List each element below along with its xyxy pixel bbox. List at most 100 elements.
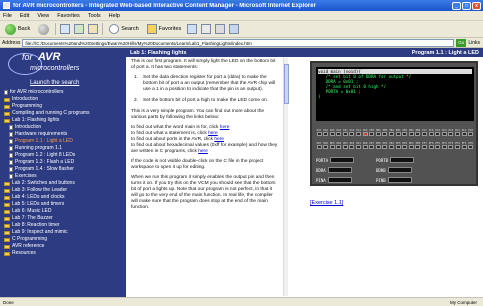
exercise-link[interactable]: [Exercise 1.1] bbox=[310, 200, 343, 206]
outro-paragraph: When we run this program it simply enabl… bbox=[131, 175, 276, 210]
sidebar-item-label: Lab 7: The Buzzer bbox=[12, 215, 53, 221]
sidebar-item[interactable]: Program 1.4 : Slow flasher bbox=[4, 166, 124, 173]
menu-file[interactable]: File bbox=[3, 13, 12, 19]
menu-help[interactable]: Help bbox=[109, 13, 120, 19]
menu-view[interactable]: View bbox=[37, 13, 49, 19]
sidebar-item[interactable]: Lab 3: Follow the Leader bbox=[4, 187, 124, 194]
led-pin: PC7 bbox=[422, 129, 428, 136]
led-icon bbox=[415, 145, 421, 149]
led-pin: PF4 bbox=[441, 142, 447, 149]
close-button[interactable]: x bbox=[472, 1, 481, 10]
here-link[interactable]: here bbox=[208, 131, 218, 136]
home-icon[interactable] bbox=[88, 24, 99, 34]
mail-icon[interactable] bbox=[201, 24, 212, 34]
go-button[interactable]: Go bbox=[456, 38, 467, 47]
address-label: Address bbox=[2, 39, 21, 46]
led-pin: PC5 bbox=[435, 129, 441, 136]
edit-icon[interactable] bbox=[229, 24, 240, 34]
sidebar-item[interactable]: Resources bbox=[4, 250, 124, 257]
menu-edit[interactable]: Edit bbox=[20, 13, 29, 19]
minimize-button[interactable]: _ bbox=[452, 1, 461, 10]
sidebar-item-label: Compiling and running C programs bbox=[12, 110, 90, 116]
sidebar-item[interactable]: Program 1.3 : Flash a LED bbox=[4, 159, 124, 166]
led-icon bbox=[329, 132, 335, 136]
folder-icon bbox=[4, 188, 10, 193]
print-icon[interactable] bbox=[215, 24, 226, 34]
page-icon bbox=[9, 174, 13, 179]
sidebar-item[interactable]: Running program 1.1 bbox=[4, 145, 124, 152]
sidebar-item[interactable]: C Programming bbox=[4, 236, 124, 243]
sidebar-item[interactable]: Lab 8: Reaction timer bbox=[4, 222, 124, 229]
history-icon[interactable] bbox=[187, 24, 198, 34]
led-pin: PA0 bbox=[362, 129, 368, 136]
sidebar-item[interactable]: Program 1.1 : Light a LED bbox=[4, 138, 124, 145]
here-link[interactable]: here bbox=[214, 137, 224, 142]
led-icon bbox=[422, 145, 427, 149]
here-link[interactable]: here bbox=[220, 125, 230, 130]
sidebar-item[interactable]: Introduction bbox=[4, 96, 124, 103]
sidebar-item[interactable]: Compiling and running C programs bbox=[4, 110, 124, 117]
browser-toolbar: Back Search Favorites bbox=[0, 21, 483, 38]
maximize-button[interactable]: □ bbox=[462, 1, 471, 10]
led-icon bbox=[461, 132, 467, 136]
here-link[interactable]: here bbox=[198, 149, 208, 154]
section-title: Lab 1: Flashing lights bbox=[130, 49, 187, 56]
sidebar-item[interactable]: Lab 2: Switches and buttons bbox=[4, 180, 124, 187]
register-value bbox=[327, 167, 352, 173]
led-icon bbox=[323, 132, 329, 136]
sidebar-item[interactable]: Introduction bbox=[4, 124, 124, 131]
led-pin: PC3 bbox=[448, 129, 454, 136]
sidebar-item-label: Lab 8: Reaction timer bbox=[12, 222, 60, 228]
led-pin: PD1 bbox=[356, 142, 362, 149]
led-pin: PC1 bbox=[461, 129, 467, 136]
register-value bbox=[330, 157, 355, 163]
sidebar-item[interactable]: Lab 1: Flashing lights bbox=[4, 117, 124, 124]
code-editor[interactable]: void main (void){ /* set bit 0 of DDRA f… bbox=[316, 67, 474, 121]
vcm-simulator: void main (void){ /* set bit 0 of DDRA f… bbox=[310, 61, 478, 186]
links-button[interactable]: Links bbox=[468, 40, 480, 46]
scrollbar-thumb[interactable] bbox=[284, 64, 289, 104]
folder-icon bbox=[4, 244, 10, 249]
launch-search-link[interactable]: Launch the search bbox=[30, 80, 79, 86]
menu-tools[interactable]: Tools bbox=[88, 13, 101, 19]
led-pin: PB4 bbox=[389, 129, 395, 136]
led-pin: PF2 bbox=[454, 142, 460, 149]
sidebar-item[interactable]: Lab 6: Music LED bbox=[4, 208, 124, 215]
register-name: PINB bbox=[376, 177, 386, 183]
sidebar-item[interactable]: Programming bbox=[4, 103, 124, 110]
search-button[interactable]: Search bbox=[107, 23, 140, 36]
menu-favorites[interactable]: Favorites bbox=[57, 13, 80, 19]
register-value bbox=[387, 177, 412, 183]
nav-tree: for AVR microcontrollers Introduction Prog… bbox=[4, 89, 124, 257]
sidebar-item[interactable]: Program 1.2 : Light 8 LEDs bbox=[4, 152, 124, 159]
led-row-top: PA7 PA6 PA5 PA4 PA3 PA2 PA1 PA0 PB7 PB6 PB5 PB4 PB3 P… bbox=[316, 125, 474, 136]
address-input[interactable]: file:///C:/Documents%20and%20Settings/Ew… bbox=[22, 38, 455, 47]
forward-button[interactable] bbox=[36, 23, 51, 36]
sidebar-item[interactable]: Lab 5: LEDs and timers bbox=[4, 201, 124, 208]
vertical-scrollbar[interactable] bbox=[283, 58, 289, 296]
refresh-icon[interactable] bbox=[74, 24, 85, 34]
search-label: Search bbox=[121, 26, 139, 32]
sidebar-item[interactable]: Hardware requirements bbox=[4, 131, 124, 138]
sidebar-item[interactable]: AVR reference bbox=[4, 243, 124, 250]
led-pin: PB1 bbox=[408, 129, 414, 136]
led-pin: PE5 bbox=[382, 142, 388, 149]
stop-icon[interactable] bbox=[60, 24, 71, 34]
favorites-button[interactable]: Favorites bbox=[145, 23, 184, 36]
logo-micro-text: microcontrollers bbox=[30, 65, 80, 72]
sidebar-item[interactable]: Exercises bbox=[4, 173, 124, 180]
sidebar-item[interactable]: for AVR microcontrollers bbox=[4, 89, 124, 96]
back-button[interactable]: Back bbox=[3, 23, 32, 36]
led-icon bbox=[428, 145, 434, 149]
register-panel: PORTA PORTB DDRA DDRB PINA PINB bbox=[316, 153, 474, 185]
sidebar-item[interactable]: Lab 4: LEDs and clocks bbox=[4, 194, 124, 201]
led-icon bbox=[316, 145, 322, 149]
register-display: PORTA bbox=[316, 157, 355, 163]
folder-icon bbox=[4, 118, 10, 123]
register-display: DDRA bbox=[316, 167, 352, 173]
led-icon bbox=[362, 145, 368, 149]
sidebar-item[interactable]: Lab 9: Inspect and mimic bbox=[4, 229, 124, 236]
sidebar-item-label: Resources bbox=[12, 250, 36, 256]
sidebar-item[interactable]: Lab 7: The Buzzer bbox=[4, 215, 124, 222]
window-title: for AVR microcontrollers - Integrated We… bbox=[13, 2, 316, 9]
